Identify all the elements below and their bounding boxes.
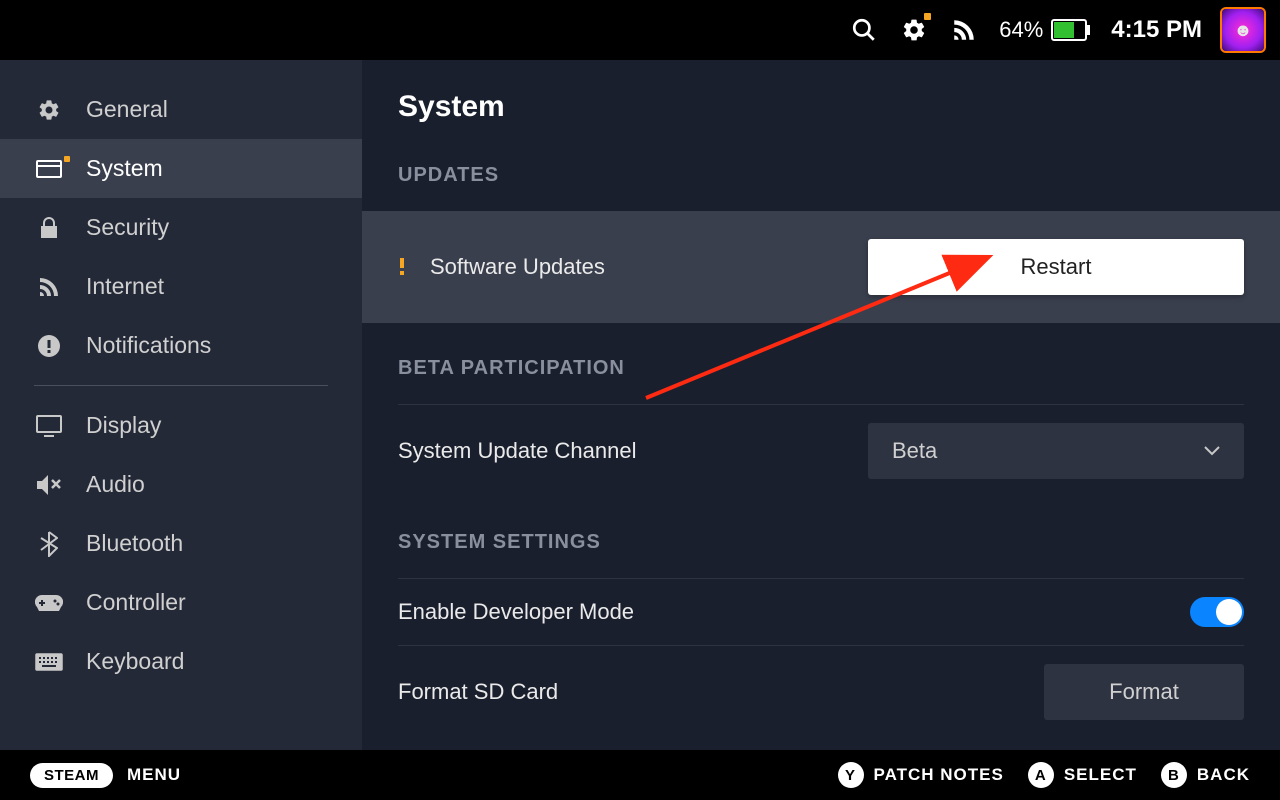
clock: 4:15 PM <box>1111 16 1202 44</box>
sidebar-item-label: Security <box>86 214 169 241</box>
audio-mute-icon <box>34 474 64 496</box>
bottom-bar: STEAM MENU Y PATCH NOTES A SELECT B BACK <box>0 750 1280 800</box>
section-heading-system-settings: SYSTEM SETTINGS <box>362 531 1280 554</box>
sidebar-item-label: Notifications <box>86 332 211 359</box>
lock-icon <box>34 216 64 240</box>
search-icon[interactable] <box>849 15 879 45</box>
sidebar-item-label: Internet <box>86 273 164 300</box>
sidebar-item-audio[interactable]: Audio <box>0 455 362 514</box>
update-channel-select[interactable]: Beta <box>868 423 1244 479</box>
a-button-hint[interactable]: A SELECT <box>1028 762 1137 788</box>
alert-icon <box>34 335 64 357</box>
section-heading-beta: BETA PARTICIPATION <box>362 357 1280 380</box>
signal-icon <box>34 275 64 299</box>
bluetooth-icon <box>34 531 64 557</box>
gear-icon <box>34 98 64 122</box>
update-channel-row: System Update Channel Beta <box>362 405 1280 497</box>
sidebar-item-label: Audio <box>86 471 145 498</box>
main-area: General System Security Internet <box>0 60 1280 750</box>
developer-mode-toggle[interactable] <box>1190 597 1244 627</box>
restart-button[interactable]: Restart <box>868 239 1244 295</box>
sidebar-item-bluetooth[interactable]: Bluetooth <box>0 514 362 573</box>
section-heading-updates: UPDATES <box>362 164 1280 187</box>
sidebar-item-label: System <box>86 155 163 182</box>
sidebar-item-internet[interactable]: Internet <box>0 257 362 316</box>
battery-percentage: 64% <box>999 17 1043 43</box>
software-updates-label: Software Updates <box>430 254 605 280</box>
battery-indicator: 64% <box>999 17 1091 43</box>
update-alert-icon <box>398 258 406 276</box>
sidebar-item-label: Bluetooth <box>86 530 183 557</box>
sidebar-item-label: General <box>86 96 168 123</box>
keyboard-icon <box>34 653 64 671</box>
sidebar-item-label: Display <box>86 412 161 439</box>
sidebar-item-label: Controller <box>86 589 186 616</box>
sidebar: General System Security Internet <box>0 60 362 750</box>
sidebar-item-controller[interactable]: Controller <box>0 573 362 632</box>
content-pane: System UPDATES Software Updates Restart … <box>362 60 1280 750</box>
software-updates-row: Software Updates Restart <box>362 211 1280 323</box>
y-key-icon: Y <box>838 762 864 788</box>
developer-mode-label: Enable Developer Mode <box>398 599 634 625</box>
page-title: System <box>362 90 1280 124</box>
settings-gear-icon[interactable] <box>899 15 929 45</box>
format-sd-label: Format SD Card <box>398 679 558 705</box>
sidebar-divider <box>34 385 328 386</box>
update-channel-label: System Update Channel <box>398 438 636 464</box>
user-avatar[interactable]: ☻ <box>1222 9 1264 51</box>
sidebar-item-system[interactable]: System <box>0 139 362 198</box>
battery-icon <box>1051 19 1091 41</box>
developer-mode-row: Enable Developer Mode <box>362 579 1280 645</box>
sidebar-item-label: Keyboard <box>86 648 184 675</box>
system-icon <box>34 160 64 178</box>
format-sd-row: Format SD Card Format <box>362 646 1280 738</box>
steam-button[interactable]: STEAM <box>30 763 113 788</box>
b-key-icon: B <box>1161 762 1187 788</box>
status-bar: 64% 4:15 PM ☻ <box>0 0 1280 60</box>
y-button-hint[interactable]: Y PATCH NOTES <box>838 762 1004 788</box>
menu-label: MENU <box>127 765 181 785</box>
format-button[interactable]: Format <box>1044 664 1244 720</box>
chevron-down-icon <box>1204 446 1220 456</box>
sidebar-item-security[interactable]: Security <box>0 198 362 257</box>
sidebar-item-notifications[interactable]: Notifications <box>0 316 362 375</box>
sidebar-item-keyboard[interactable]: Keyboard <box>0 632 362 691</box>
a-key-icon: A <box>1028 762 1054 788</box>
b-button-hint[interactable]: B BACK <box>1161 762 1250 788</box>
wifi-icon[interactable] <box>949 15 979 45</box>
display-icon <box>34 415 64 437</box>
sidebar-item-display[interactable]: Display <box>0 396 362 455</box>
controller-icon <box>34 594 64 612</box>
sidebar-item-general[interactable]: General <box>0 80 362 139</box>
